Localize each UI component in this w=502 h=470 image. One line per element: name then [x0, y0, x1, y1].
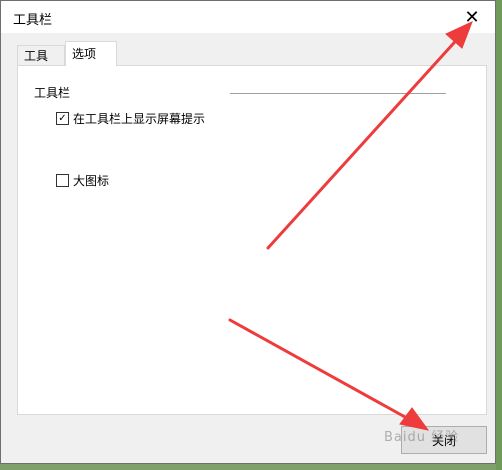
window-title: 工具栏 [13, 13, 53, 28]
group-label-toolbar: 工具栏 [34, 86, 71, 100]
option-large-icons[interactable]: 大图标 [56, 172, 109, 189]
title-bar: 工具栏 ✕ [1, 1, 495, 33]
group-divider [230, 93, 446, 94]
checkbox-checked-icon[interactable]: ✓ [56, 112, 69, 125]
tab-toolbar[interactable]: 工具栏 [17, 45, 65, 83]
option-show-screentips[interactable]: ✓ 在工具栏上显示屏幕提示 [56, 110, 205, 127]
checkbox-unchecked-icon[interactable] [56, 174, 69, 187]
option-label-screentips: 在工具栏上显示屏幕提示 [73, 112, 206, 126]
close-icon[interactable]: ✕ [449, 1, 495, 33]
watermark: Baidu 经验 [384, 430, 460, 445]
options-panel: 工具栏 ✓ 在工具栏上显示屏幕提示 大图标 [17, 65, 487, 415]
toolbar-dialog: 工具栏 ✕ 工具栏 选项 工具栏 ✓ 在工具栏上显示屏幕提示 大图标 关闭 [0, 0, 496, 464]
tab-options[interactable]: 选项 [65, 41, 117, 66]
option-label-large-icons: 大图标 [73, 174, 110, 188]
desktop-background [496, 0, 502, 470]
